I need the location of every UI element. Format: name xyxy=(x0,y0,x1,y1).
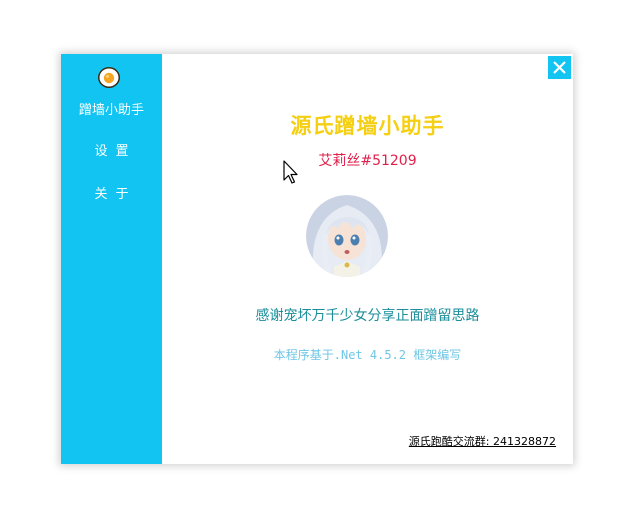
sidebar-item-settings[interactable]: 设置 xyxy=(61,140,162,159)
app-title: 源氏蹭墙小助手 xyxy=(290,113,445,138)
username-label: 艾莉丝#51209 xyxy=(318,153,417,169)
app-window: 蹭墙小助手 设置 关于 源氏蹭墙小助手 艾莉丝#51209 感谢宠坏万千少女分享… xyxy=(61,54,573,464)
egg-logo-icon xyxy=(97,65,121,89)
thanks-text: 感谢宠坏万千少女分享正面蹭留思路 xyxy=(255,308,480,324)
anime-girl-avatar xyxy=(306,195,388,277)
qq-group-link[interactable]: 源氏跑酷交流群: 241328872 xyxy=(409,433,556,449)
sidebar-item-about[interactable]: 关于 xyxy=(61,183,162,202)
framework-text: 本程序基于.Net 4.5.2 框架编写 xyxy=(273,348,462,362)
sidebar-item-helper[interactable]: 蹭墙小助手 xyxy=(61,99,162,118)
close-icon xyxy=(553,61,566,74)
sidebar: 蹭墙小助手 设置 关于 xyxy=(61,54,162,464)
close-button[interactable] xyxy=(548,56,571,79)
